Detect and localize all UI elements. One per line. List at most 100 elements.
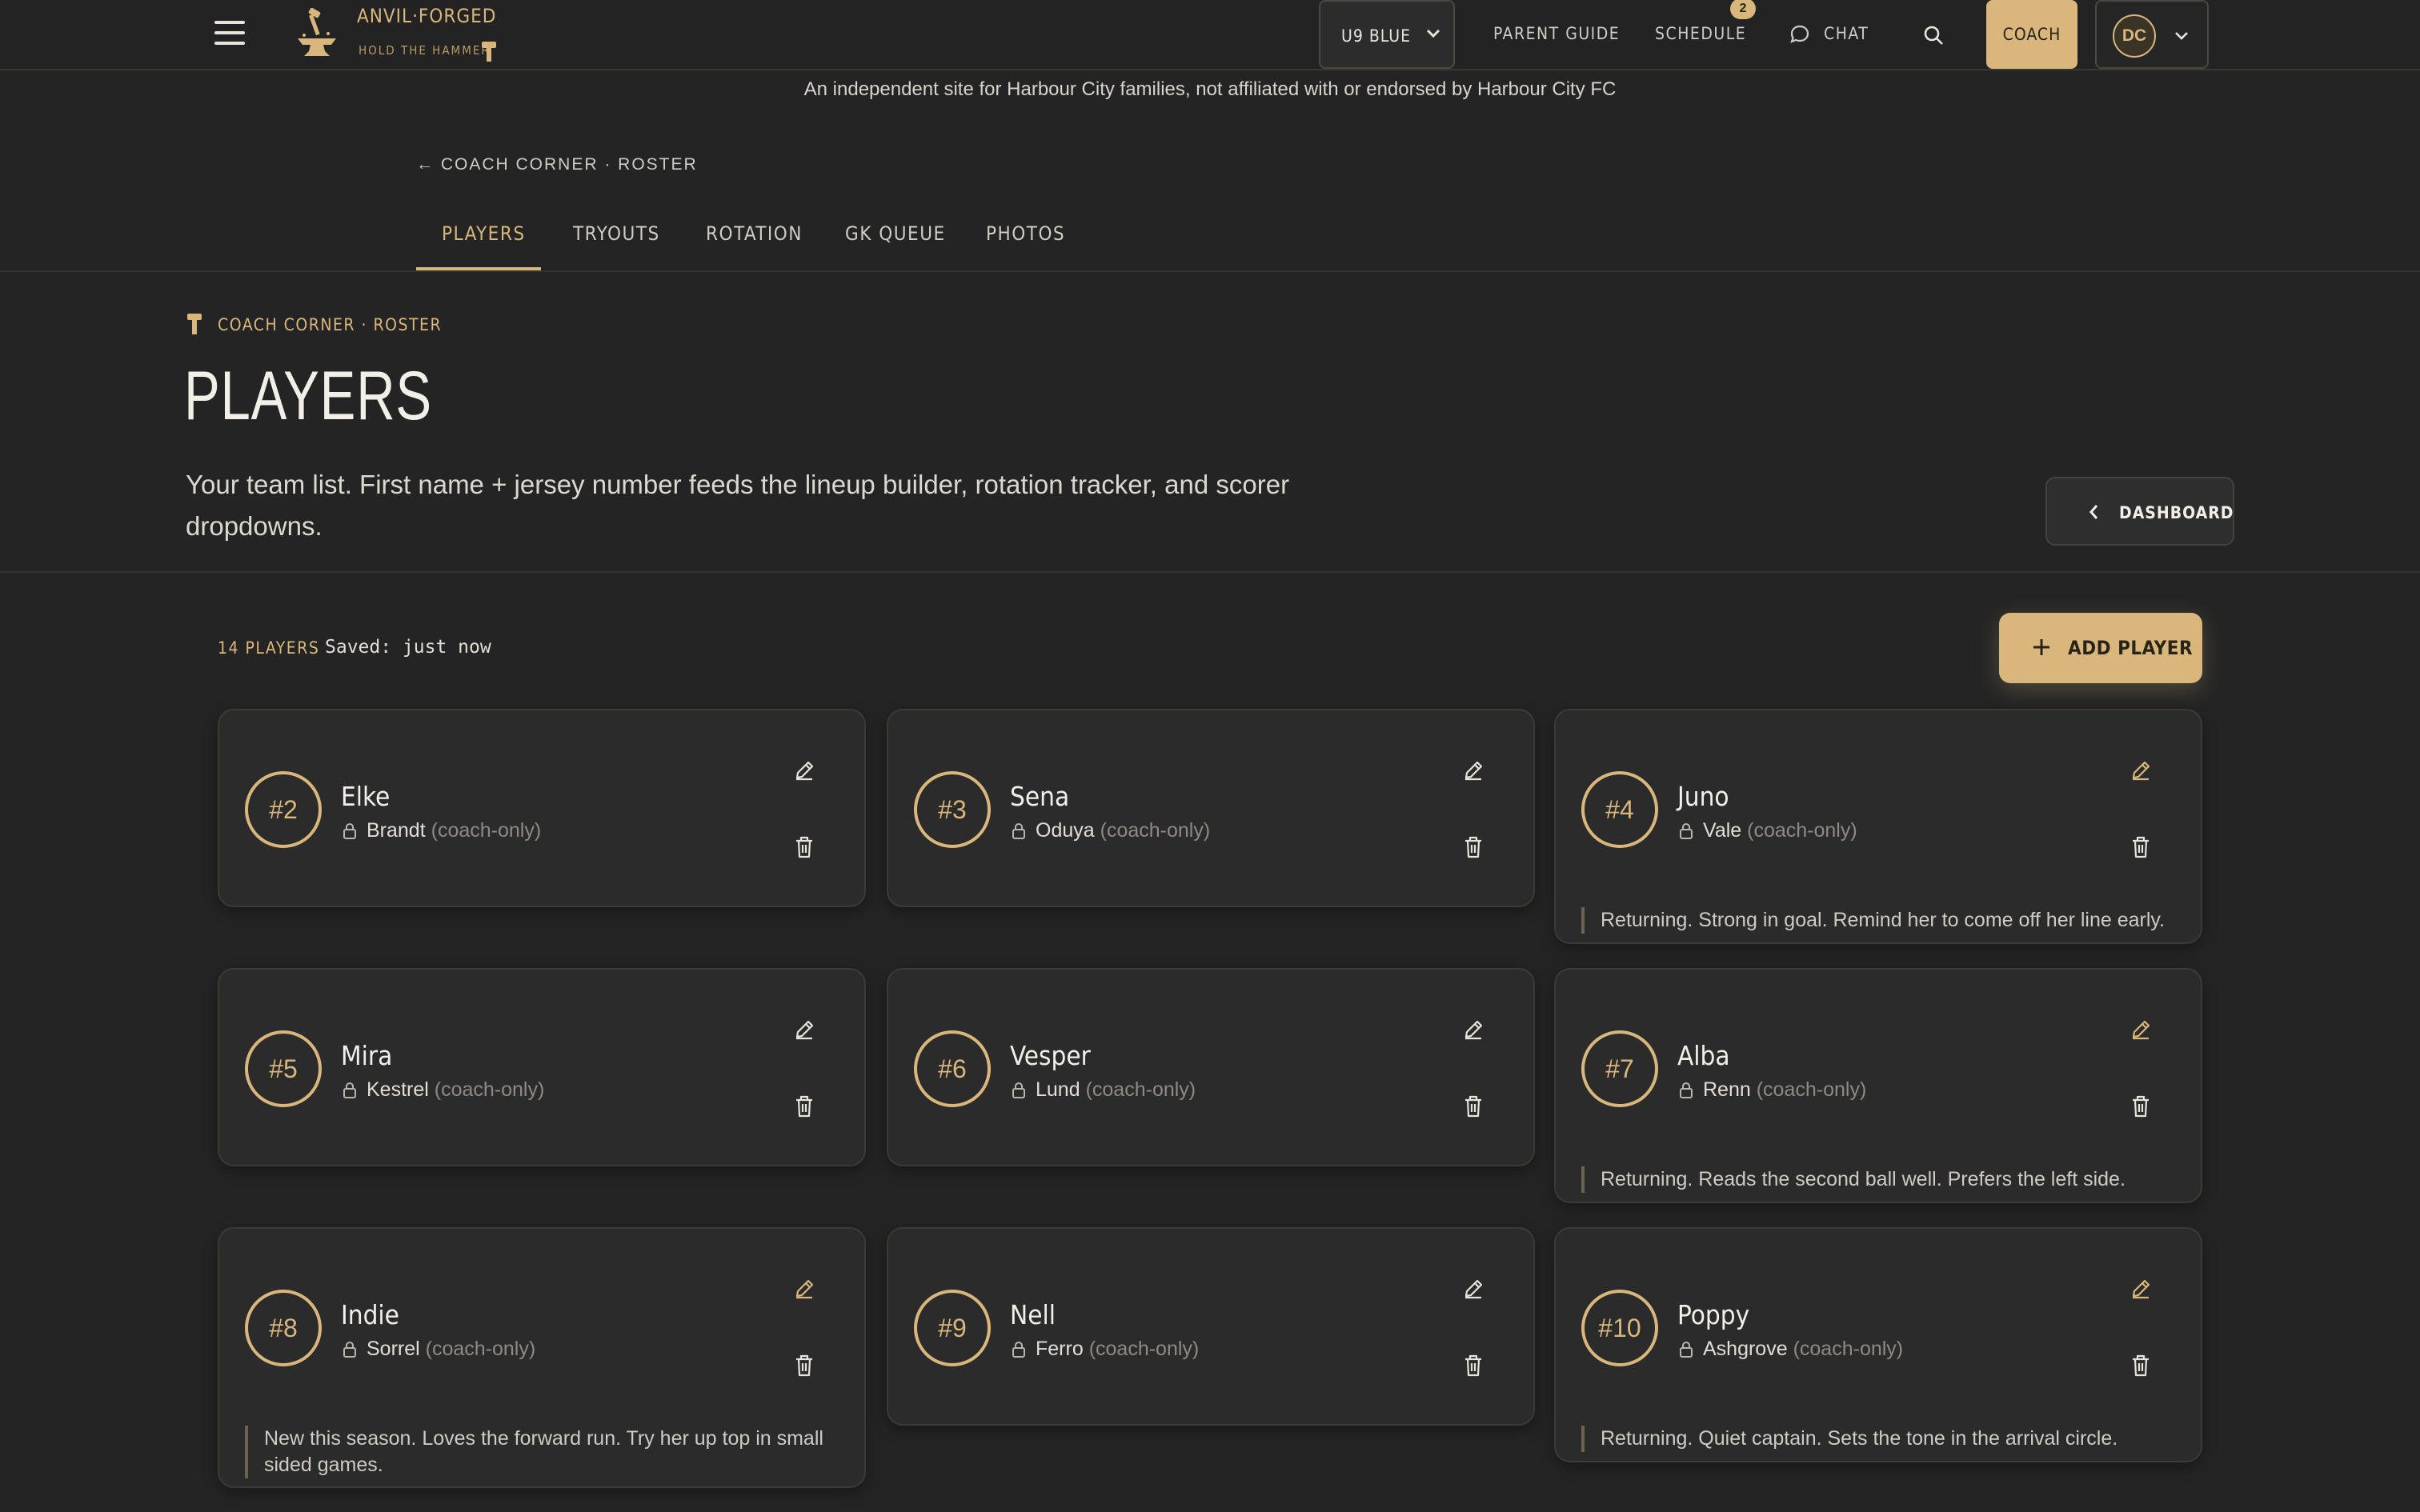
player-card[interactable]: #2 Elke Brandt (coach-only) [218,709,866,907]
player-note: Returning. Strong in goal. Remind her to… [1581,907,2174,934]
trash-icon[interactable] [2130,1094,2151,1118]
player-first-name: Alba [1677,1040,1730,1071]
page-description: Your team list. First name + jersey numb… [186,470,1290,541]
chat-icon[interactable] [1789,24,1810,45]
eyebrow-label: COACH CORNER · ROSTER [218,315,443,334]
jersey-number: #6 [914,1030,991,1107]
active-tab-indicator [416,267,541,270]
player-card[interactable]: #6 Vesper Lund (coach-only) [887,968,1535,1166]
tab-rotation[interactable]: ROTATION [706,222,803,245]
nav-schedule[interactable]: SCHEDULE [1655,24,1746,43]
lock-icon [1012,1082,1025,1098]
pencil-icon[interactable] [2129,1018,2153,1042]
player-note: New this season. Loves the forward run. … [245,1426,837,1478]
lock-icon [1680,822,1693,839]
brand-tagline: HOLD THE HAMMER [359,43,491,58]
player-last-name-line: Sorrel (coach-only) [367,1338,535,1361]
player-first-name: Sena [1010,781,1070,812]
pencil-icon[interactable] [1461,758,1485,782]
coach-only-label: (coach-only) [434,1078,545,1101]
player-last-name: Oduya [1036,819,1095,842]
pencil-icon[interactable] [792,758,816,782]
save-status: Saved: just now [325,637,491,658]
add-player-label: ADD PLAYER [2068,637,2194,659]
coach-only-label: (coach-only) [431,819,542,842]
trash-icon[interactable] [1463,1354,1484,1378]
trash-icon[interactable] [794,1354,815,1378]
jersey-number: #4 [1581,771,1658,848]
coach-button[interactable]: COACH [1986,0,2077,69]
player-card[interactable]: #3 Sena Oduya (coach-only) [887,709,1535,907]
pencil-icon[interactable] [1461,1277,1485,1301]
player-last-name-line: Vale (coach-only) [1703,819,1857,842]
pencil-icon[interactable] [792,1277,816,1301]
top-nav: ANVIL·FORGED HOLD THE HAMMER U9 BLUE PAR… [0,0,2420,70]
lock-icon [343,1082,356,1098]
lock-icon [343,822,356,839]
jersey-number: #9 [914,1290,991,1366]
team-select[interactable]: U9 BLUE [1319,0,1455,69]
trash-icon[interactable] [794,835,815,859]
page-title: PLAYERS [184,358,432,434]
hammer-icon [482,42,496,62]
player-first-name: Juno [1677,781,1729,812]
pencil-icon[interactable] [792,1018,816,1042]
player-first-name: Elke [341,781,391,812]
tab-tryouts[interactable]: TRYOUTS [573,222,660,245]
coach-only-label: (coach-only) [1747,819,1857,842]
team-select-value: U9 BLUE [1341,26,1412,46]
player-card[interactable]: #10 Poppy Ashgrove (coach-only) Returning. … [1554,1227,2202,1462]
coach-only-label: (coach-only) [1756,1078,1867,1101]
section-tabs: PLAYERS TRYOUTS ROTATION GK QUEUE PHOTOS [0,200,2420,272]
jersey-number: #3 [914,771,991,848]
player-card[interactable]: #8 Indie Sorrel (coach-only) New this seaso… [218,1227,866,1488]
tab-players[interactable]: PLAYERS [442,222,526,245]
player-card[interactable]: #9 Nell Ferro (coach-only) [887,1227,1535,1426]
player-last-name-line: Lund (coach-only) [1036,1078,1196,1102]
player-last-name: Renn [1703,1078,1751,1101]
coach-only-label: (coach-only) [1085,1078,1196,1101]
dashboard-button-label: DASHBOARD [2119,503,2234,522]
trash-icon[interactable] [1463,835,1484,859]
dashboard-button[interactable]: DASHBOARD [2045,477,2234,546]
nav-parent-guide[interactable]: PARENT GUIDE [1493,24,1620,43]
player-card[interactable]: #5 Mira Kestrel (coach-only) [218,968,866,1166]
add-player-button[interactable]: ADD PLAYER [1999,613,2202,683]
divider [0,571,2420,573]
anvil-logo-icon[interactable] [293,8,341,61]
trash-icon[interactable] [2130,835,2151,859]
jersey-number: #8 [245,1290,322,1366]
breadcrumb-back-link[interactable]: ← COACH CORNER · ROSTER [416,155,698,174]
lock-icon [1012,822,1025,839]
trash-icon[interactable] [1463,1094,1484,1118]
player-last-name: Ashgrove [1703,1338,1788,1360]
lock-icon [1680,1082,1693,1098]
player-first-name: Poppy [1677,1299,1750,1330]
pencil-icon[interactable] [1461,1018,1485,1042]
search-icon[interactable] [1922,24,1945,46]
coach-only-label: (coach-only) [1088,1338,1200,1360]
player-first-name: Mira [341,1040,393,1071]
plus-icon [2033,639,2049,655]
player-card[interactable]: #4 Juno Vale (coach-only) Returning. Strong… [1554,709,2202,944]
player-last-name: Ferro [1036,1338,1084,1360]
chevron-down-icon [1426,29,1440,38]
nav-chat[interactable]: CHAT [1824,24,1869,43]
trash-icon[interactable] [2130,1354,2151,1378]
player-card[interactable]: #7 Alba Renn (coach-only) Returning. Reads … [1554,968,2202,1203]
pencil-icon[interactable] [2129,758,2153,782]
player-last-name: Vale [1703,819,1742,842]
pencil-icon[interactable] [2129,1277,2153,1301]
tab-photos[interactable]: PHOTOS [986,222,1065,245]
account-menu-button[interactable]: DC [2095,0,2209,69]
brand-title[interactable]: ANVIL·FORGED [357,5,496,27]
jersey-number: #5 [245,1030,322,1107]
player-last-name-line: Brandt (coach-only) [367,819,541,842]
disclaimer-text: An independent site for Harbour City fam… [803,78,1617,100]
tab-gk-queue[interactable]: GK QUEUE [845,222,946,245]
menu-icon[interactable] [214,21,245,48]
player-last-name: Brandt [367,819,426,842]
player-last-name: Sorrel [367,1338,420,1360]
trash-icon[interactable] [794,1094,815,1118]
player-note: Returning. Reads the second ball well. P… [1581,1166,2174,1193]
